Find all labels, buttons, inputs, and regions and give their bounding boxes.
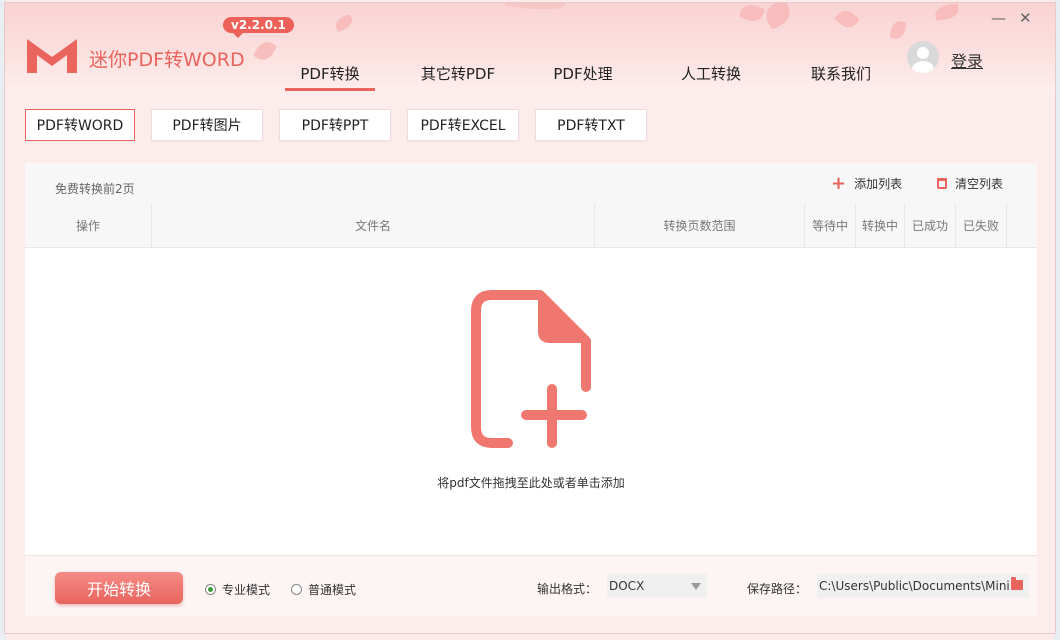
petal-decoration xyxy=(738,3,766,25)
version-badge: v2.2.0.1 xyxy=(223,17,294,38)
save-path-field[interactable]: C:\Users\Public\Documents\Mini xyxy=(817,574,1029,598)
main-nav: PDF转换 其它转PDF PDF处理 人工转换 联系我们 xyxy=(275,63,881,91)
column-header: 转换中 xyxy=(861,219,898,233)
bottom-bar: 开始转换 专业模式 普通模式 输出格式： DOCX 保存路径： C:\Users… xyxy=(25,555,1037,616)
login-link[interactable]: 登录 xyxy=(951,48,983,72)
app-title: 迷你PDF转WORD xyxy=(89,49,245,71)
column-header: 转换页数范围 xyxy=(663,219,736,233)
add-file-icon xyxy=(471,290,591,448)
petal-decoration xyxy=(761,3,795,31)
dropdown-arrow-icon xyxy=(691,583,701,590)
list-toolbar: 免费转换前2页 + 添加列表 清空列表 xyxy=(25,163,1037,203)
save-path-label: 保存路径： xyxy=(747,582,808,596)
clear-list-button[interactable]: 清空列表 xyxy=(937,175,1003,192)
column-header: 等待中 xyxy=(811,219,848,233)
free-note: 免费转换前2页 xyxy=(55,182,135,196)
petal-decoration xyxy=(933,3,961,21)
output-format-label: 输出格式： xyxy=(537,582,598,596)
mode-pro-radio[interactable]: 专业模式 xyxy=(205,581,270,598)
start-convert-button[interactable]: 开始转换 xyxy=(55,572,183,604)
add-list-label: 添加列表 xyxy=(854,177,903,191)
tab-manual-convert[interactable]: 人工转换 xyxy=(671,63,751,91)
user-avatar-icon[interactable] xyxy=(907,41,939,73)
output-format-value: DOCX xyxy=(609,579,645,593)
mode-normal-radio[interactable]: 普通模式 xyxy=(291,581,356,598)
mode-pro-label: 专业模式 xyxy=(222,583,271,597)
app-window: 迷你PDF转WORD v2.2.0.1 PDF转换 其它转PDF PDF处理 人… xyxy=(4,2,1056,634)
subtab-pdf-to-ppt[interactable]: PDF转PPT xyxy=(279,109,391,141)
tab-pdf-convert[interactable]: PDF转换 xyxy=(285,63,375,91)
column-header: 操作 xyxy=(75,219,100,233)
subtab-pdf-to-image[interactable]: PDF转图片 xyxy=(151,109,263,141)
subtab-bar: PDF转WORD PDF转图片 PDF转PPT PDF转EXCEL PDF转TX… xyxy=(25,109,647,141)
clear-list-label: 清空列表 xyxy=(955,177,1004,191)
tab-contact-us[interactable]: 联系我们 xyxy=(801,63,881,91)
table-header: 操作 文件名 转换页数范围 等待中 转换中 已成功 已失败 xyxy=(25,203,1037,248)
column-header: 文件名 xyxy=(354,219,391,233)
file-drop-zone[interactable]: 将pdf文件拖拽至此处或者单击添加 xyxy=(25,249,1037,549)
drop-hint-text: 将pdf文件拖拽至此处或者单击添加 xyxy=(437,476,625,490)
column-header: 已成功 xyxy=(911,219,948,233)
header-banner: 迷你PDF转WORD v2.2.0.1 PDF转换 其它转PDF PDF处理 人… xyxy=(5,3,1055,93)
tab-pdf-processing[interactable]: PDF处理 xyxy=(543,63,623,91)
subtab-pdf-to-excel[interactable]: PDF转EXCEL xyxy=(407,109,519,141)
radio-checked-icon xyxy=(205,584,216,595)
conversion-panel: 免费转换前2页 + 添加列表 清空列表 操作 文件名 转换页数范围 等待中 转换… xyxy=(25,163,1037,616)
petal-decoration xyxy=(333,13,355,33)
folder-icon[interactable] xyxy=(1011,577,1023,590)
app-logo-icon xyxy=(27,39,77,73)
add-list-button[interactable]: + 添加列表 xyxy=(831,172,903,194)
minimize-icon[interactable]: — xyxy=(991,9,1006,27)
petal-decoration xyxy=(889,19,907,41)
save-path-value: C:\Users\Public\Documents\Mini xyxy=(819,579,1010,593)
petal-decoration xyxy=(834,6,860,32)
petal-decoration xyxy=(253,38,277,64)
trash-icon xyxy=(937,178,947,189)
close-icon[interactable]: ✕ xyxy=(1019,9,1032,27)
tab-other-to-pdf[interactable]: 其它转PDF xyxy=(413,63,503,91)
radio-unchecked-icon xyxy=(291,584,302,595)
output-format-select[interactable]: DOCX xyxy=(607,574,707,598)
subtab-pdf-to-txt[interactable]: PDF转TXT xyxy=(535,109,647,141)
petal-decoration xyxy=(504,3,566,12)
plus-icon: + xyxy=(831,172,847,194)
mode-normal-label: 普通模式 xyxy=(308,583,357,597)
column-header: 已失败 xyxy=(962,219,999,233)
subtab-pdf-to-word[interactable]: PDF转WORD xyxy=(25,109,135,141)
column-divider xyxy=(1006,203,1007,247)
